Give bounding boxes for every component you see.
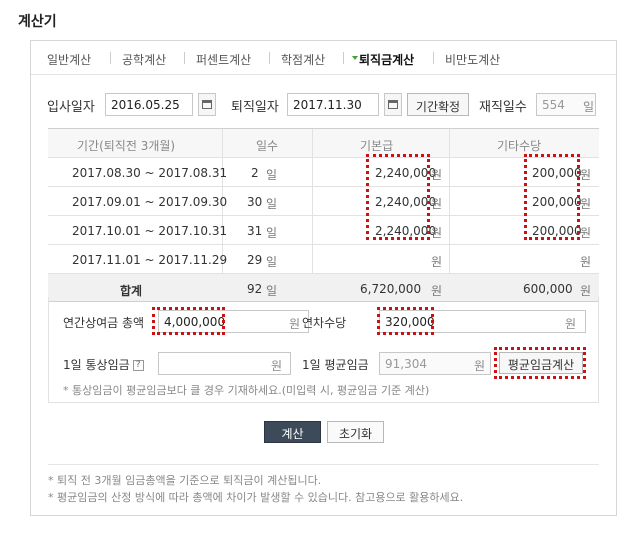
calendar-icon[interactable] (198, 93, 216, 116)
tab-divider (269, 52, 270, 64)
tab-severance[interactable]: 퇴직금계산 (359, 51, 414, 68)
active-tab-indicator-icon (352, 56, 358, 60)
annual-bonus-label: 연간상여금 총액 (63, 316, 145, 330)
footnote: * 퇴직 전 3개월 임금총액을 기준으로 퇴직금이 계산됩니다. (48, 474, 322, 487)
won-unit: 원 (580, 226, 592, 240)
tab-divider (184, 52, 185, 64)
help-icon[interactable]: ? (132, 360, 144, 371)
tab-divider (343, 52, 344, 64)
won-unit: 원 (580, 197, 592, 211)
highlight-annual-bonus (152, 307, 225, 335)
won-unit: 원 (474, 359, 486, 373)
calculator-panel: 일반계산 공학계산 퍼센트계산 학점계산 퇴직금계산 비만도계산 입사일자 20… (30, 40, 617, 516)
avg-wage-label: 1일 평균임금 (302, 358, 369, 372)
total-days: 92 (247, 282, 263, 296)
total-allowance: 600,000 (523, 282, 573, 296)
row-days: 31 (247, 224, 263, 238)
day-unit: 일 (266, 168, 278, 182)
row-period: 2017.09.01 ~ 2017.09.30 (72, 195, 228, 209)
table-row: 2017.09.01 ~ 2017.09.30 30 일 2,240,000 원… (48, 187, 599, 216)
highlight-allowance (524, 154, 580, 240)
annual-leave-label: 연차수당 (302, 316, 347, 330)
wage-section: 연간상여금 총액 4,000,000 원 연차수당 320,000 원 1일 통… (48, 297, 599, 403)
daily-wage-label: 1일 통상임금? (63, 356, 144, 373)
header-days: 일수 (256, 139, 279, 153)
total-base-pay: 6,720,000 (360, 282, 422, 296)
calendar-icon[interactable] (384, 93, 402, 116)
tab-divider (110, 52, 111, 64)
day-unit: 일 (266, 197, 278, 211)
join-date-label: 입사일자 (47, 100, 95, 115)
header-allowance: 기타수당 (497, 139, 542, 153)
won-unit: 원 (431, 197, 443, 211)
daily-wage-label-text: 1일 통상임금 (63, 358, 130, 372)
won-unit: 원 (580, 255, 592, 269)
table-header: 기간(퇴직전 3개월) 일수 기본급 기타수당 (48, 129, 599, 158)
tab-divider (433, 52, 434, 64)
work-days-unit: 일 (583, 100, 595, 114)
tab-percent[interactable]: 퍼센트계산 (196, 51, 251, 68)
row-period: 2017.08.30 ~ 2017.08.31 (72, 166, 228, 180)
won-unit: 원 (271, 359, 283, 373)
divider (48, 464, 599, 465)
row-period: 2017.11.01 ~ 2017.11.29 (72, 253, 228, 267)
table-row: 2017.11.01 ~ 2017.11.29 29 일 원 원 (48, 245, 599, 274)
day-unit: 일 (266, 226, 278, 240)
tab-engineering[interactable]: 공학계산 (122, 51, 166, 68)
row-days: 29 (247, 253, 263, 267)
leave-date-label: 퇴직일자 (231, 100, 279, 115)
day-unit: 일 (266, 255, 278, 269)
work-days-label: 재직일수 (479, 100, 527, 115)
won-unit: 원 (580, 168, 592, 182)
table-row: 2017.08.30 ~ 2017.08.31 2 일 2,240,000 원 … (48, 158, 599, 187)
row-period: 2017.10.01 ~ 2017.10.31 (72, 224, 228, 238)
table-row: 2017.10.01 ~ 2017.10.31 31 일 2,240,000 원… (48, 216, 599, 245)
calculator-tabs: 일반계산 공학계산 퍼센트계산 학점계산 퇴직금계산 비만도계산 (31, 41, 616, 75)
highlight-base-pay (366, 154, 430, 240)
page-title: 계산기 (18, 14, 57, 30)
header-period: 기간(퇴직전 3개월) (77, 139, 176, 153)
won-unit: 원 (431, 255, 443, 269)
tab-bmi[interactable]: 비만도계산 (445, 51, 500, 68)
won-unit: 원 (289, 317, 301, 331)
join-date-field[interactable]: 2016.05.25 (105, 93, 193, 116)
footnote: * 평균임금의 산정 방식에 따라 총액에 차이가 발생할 수 있습니다. 참고… (48, 491, 464, 504)
confirm-period-button[interactable]: 기간확정 (407, 93, 469, 116)
won-unit: 원 (431, 168, 443, 182)
reset-button[interactable]: 초기화 (327, 421, 384, 443)
leave-date-field[interactable]: 2017.11.30 (287, 93, 379, 116)
highlight-avg-wage-button (494, 347, 586, 379)
won-unit: 원 (431, 226, 443, 240)
calculate-button[interactable]: 계산 (264, 421, 321, 443)
tab-general[interactable]: 일반계산 (47, 51, 91, 68)
won-unit: 원 (565, 317, 577, 331)
row-days: 30 (247, 195, 263, 209)
wage-note: * 통상임금이 평균임금보다 클 경우 기재하세요.(미입력 시, 평균임금 기… (63, 384, 430, 397)
salary-table: 기간(퇴직전 3개월) 일수 기본급 기타수당 2017.08.30 ~ 201… (48, 128, 599, 302)
header-base-pay: 기본급 (360, 139, 394, 153)
highlight-annual-leave (377, 307, 434, 335)
tab-grade[interactable]: 학점계산 (281, 51, 325, 68)
row-days: 2 (251, 166, 259, 180)
